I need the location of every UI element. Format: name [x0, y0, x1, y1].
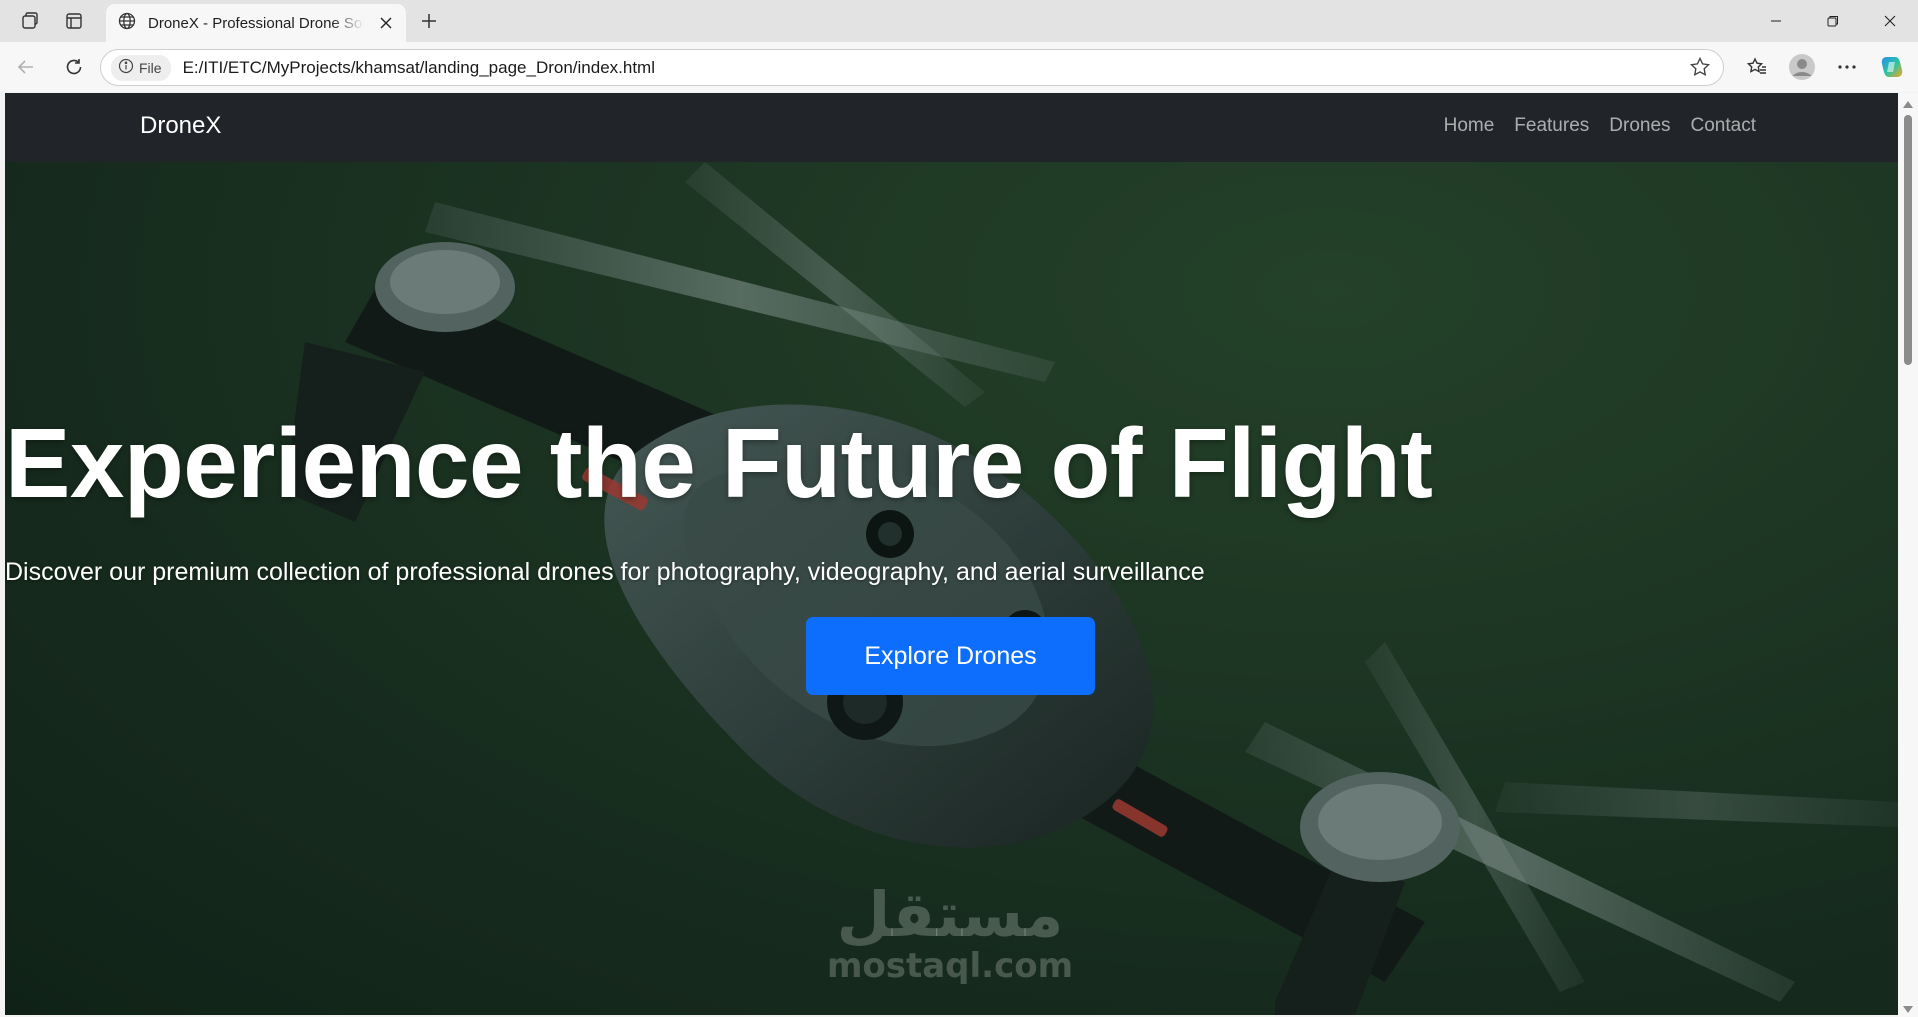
- nav-link-contact[interactable]: Contact: [1691, 115, 1756, 137]
- browser-toolbar: File E:/ITI/ETC/MyProjects/khamsat/landi…: [0, 42, 1918, 92]
- workspaces-icon[interactable]: [8, 0, 52, 42]
- star-icon[interactable]: [1689, 56, 1711, 83]
- hero-section: Experience the Future of Flight Discover…: [5, 162, 1898, 1015]
- profile-icon[interactable]: [1779, 47, 1824, 87]
- window-controls: [1747, 0, 1918, 42]
- tab-title: DroneX - Professional Drone Solutions: [148, 14, 364, 32]
- active-tab[interactable]: DroneX - Professional Drone Solutions: [106, 4, 406, 42]
- close-window-icon[interactable]: [1861, 0, 1918, 42]
- info-icon: [118, 58, 134, 77]
- toolbar-right: [1734, 42, 1918, 92]
- tab-strip: DroneX - Professional Drone Solutions: [0, 0, 1918, 42]
- nav-link-features[interactable]: Features: [1514, 115, 1589, 137]
- site-info-chip[interactable]: File: [111, 54, 171, 81]
- scrollbar-thumb[interactable]: [1904, 115, 1912, 365]
- page-viewport: DroneX Home Features Drones Contact Expe…: [5, 93, 1898, 1015]
- watermark: مستقل mostaql.com: [820, 878, 1080, 986]
- minimize-icon[interactable]: [1747, 0, 1804, 42]
- reload-icon[interactable]: [52, 47, 96, 87]
- nav-link-home[interactable]: Home: [1444, 115, 1495, 137]
- page-scrollbar[interactable]: [1898, 93, 1918, 1017]
- copilot-icon[interactable]: [1869, 47, 1914, 87]
- url-text[interactable]: E:/ITI/ETC/MyProjects/khamsat/landing_pa…: [183, 58, 655, 78]
- tab-actions-icon[interactable]: [52, 0, 96, 42]
- scroll-up-icon[interactable]: [1903, 101, 1913, 108]
- nav-menu: Home Features Drones Contact: [1444, 115, 1756, 137]
- plus-icon[interactable]: [412, 4, 446, 38]
- globe-icon: [118, 12, 136, 35]
- watermark-latin: mostaql.com: [826, 946, 1074, 986]
- back-arrow-icon[interactable]: [4, 47, 48, 87]
- close-icon[interactable]: [376, 13, 396, 33]
- site-navbar: DroneX Home Features Drones Contact: [5, 93, 1898, 162]
- restore-icon[interactable]: [1804, 0, 1861, 42]
- nav-link-drones[interactable]: Drones: [1609, 115, 1670, 137]
- brand-logo[interactable]: DroneX: [140, 112, 221, 140]
- watermark-arabic: مستقل: [836, 878, 1064, 951]
- site-chip-label: File: [139, 59, 162, 76]
- scroll-down-icon[interactable]: [1903, 1006, 1913, 1013]
- address-bar[interactable]: File E:/ITI/ETC/MyProjects/khamsat/landi…: [100, 49, 1724, 86]
- explore-drones-button[interactable]: Explore Drones: [806, 617, 1095, 695]
- more-icon[interactable]: [1824, 47, 1869, 87]
- hero-title: Experience the Future of Flight: [5, 408, 1433, 518]
- hero-subtitle: Discover our premium collection of profe…: [5, 558, 1205, 586]
- favorites-icon[interactable]: [1734, 47, 1779, 87]
